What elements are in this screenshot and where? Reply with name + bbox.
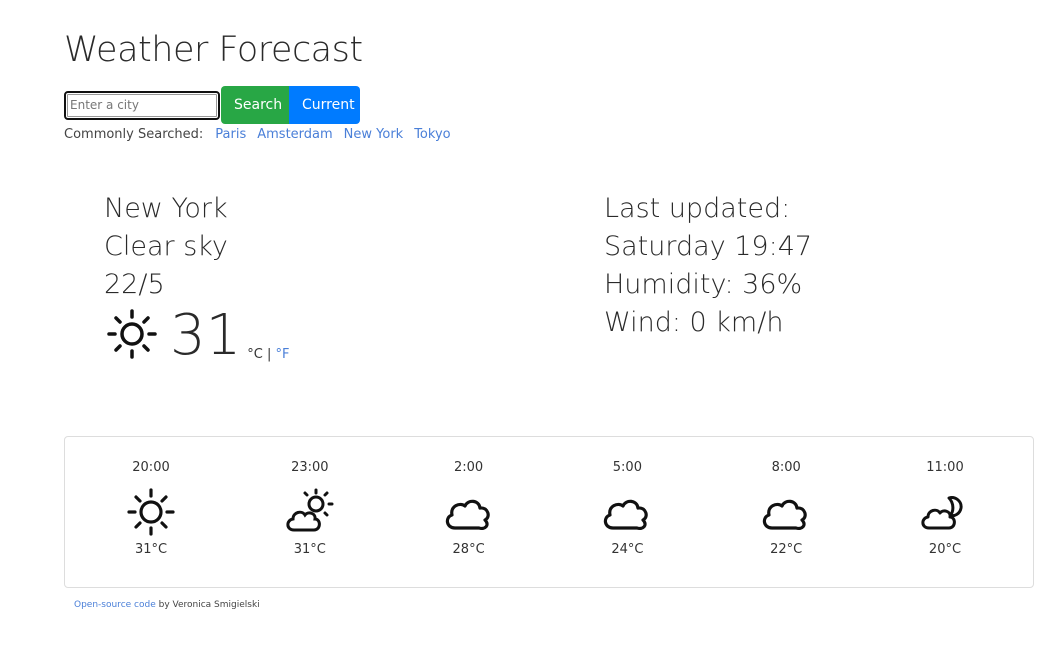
weather-app: Weather Forecast Search Current Commonly…	[0, 0, 1043, 658]
last-updated-time: Saturday 19:47	[604, 231, 813, 262]
forecast-time: 20:00	[132, 460, 170, 475]
cloud-moon-icon	[921, 496, 963, 530]
sun-icon	[107, 309, 157, 359]
forecast-temp: 24°C	[611, 542, 644, 557]
fahrenheit-link[interactable]: °F	[276, 347, 290, 362]
current-temperature-row: 31 °C | °F	[104, 306, 289, 366]
humidity: Humidity: 36%	[604, 269, 803, 300]
footer: Open-source code by Veronica Smigielski	[74, 600, 260, 610]
search-form: Search Current	[64, 86, 360, 124]
city-search-input[interactable]	[64, 90, 220, 120]
forecast-temp: 22°C	[770, 542, 803, 557]
forecast-temp: 31°C	[293, 542, 326, 557]
current-temperature: 31	[170, 303, 242, 368]
current-weather: New York Clear sky 22/5 31 °C | °F	[104, 190, 289, 366]
forecast-temp: 31°C	[134, 542, 168, 557]
weather-details: Last updated: Saturday 19:47 Humidity: 3…	[604, 190, 812, 342]
forecast-time: 23:00	[291, 460, 329, 475]
unit-separator: |	[262, 347, 276, 362]
wind: Wind: 0 km/h	[604, 307, 784, 338]
cloud-icon	[763, 499, 807, 531]
footer-author: by Veronica Smigielski	[155, 600, 260, 610]
forecast-time: 8:00	[771, 460, 801, 475]
current-location-button[interactable]: Current	[289, 86, 360, 124]
source-code-link[interactable]: Open-source code	[74, 600, 156, 610]
page-title: Weather Forecast	[64, 30, 363, 70]
forecast-item: 5:00 24°C	[584, 437, 670, 587]
sun-icon	[127, 488, 175, 536]
cloud-icon	[604, 499, 649, 531]
forecast-temp: 20°C	[928, 542, 962, 557]
forecast-item: 23:00 31°C	[267, 437, 353, 587]
forecast-time: 11:00	[926, 460, 964, 475]
unit-toggle: °C | °F	[247, 347, 289, 362]
current-city: New York	[104, 193, 228, 224]
search-button[interactable]: Search	[221, 86, 289, 124]
last-updated-label: Last updated:	[604, 193, 791, 224]
city-link-tokyo[interactable]: Tokyo	[414, 127, 450, 142]
commonly-searched: Commonly Searched: Paris Amsterdam New Y…	[64, 127, 462, 142]
commonly-searched-label: Commonly Searched:	[64, 127, 204, 142]
city-link-amsterdam[interactable]: Amsterdam	[257, 127, 332, 142]
hourly-forecast: 20:00 31°C 23:00 31°C 2:00 28°C 5:00 24°…	[64, 436, 1034, 588]
city-link-paris[interactable]: Paris	[215, 127, 246, 142]
forecast-item: 8:00 22°C	[743, 437, 829, 587]
current-description: Clear sky	[104, 231, 228, 262]
forecast-item: 20:00 31°C	[108, 437, 194, 587]
forecast-time: 2:00	[453, 460, 484, 475]
forecast-item: 11:00 20°C	[902, 437, 988, 587]
partly-cloudy-icon	[286, 488, 334, 532]
forecast-temp: 28°C	[452, 542, 485, 557]
city-link-new-york[interactable]: New York	[344, 127, 404, 142]
forecast-time: 5:00	[612, 460, 642, 475]
forecast-item: 2:00 28°C	[426, 437, 512, 587]
celsius-unit: °C	[247, 347, 263, 362]
current-date: 22/5	[104, 269, 165, 300]
cloud-icon	[445, 499, 490, 531]
